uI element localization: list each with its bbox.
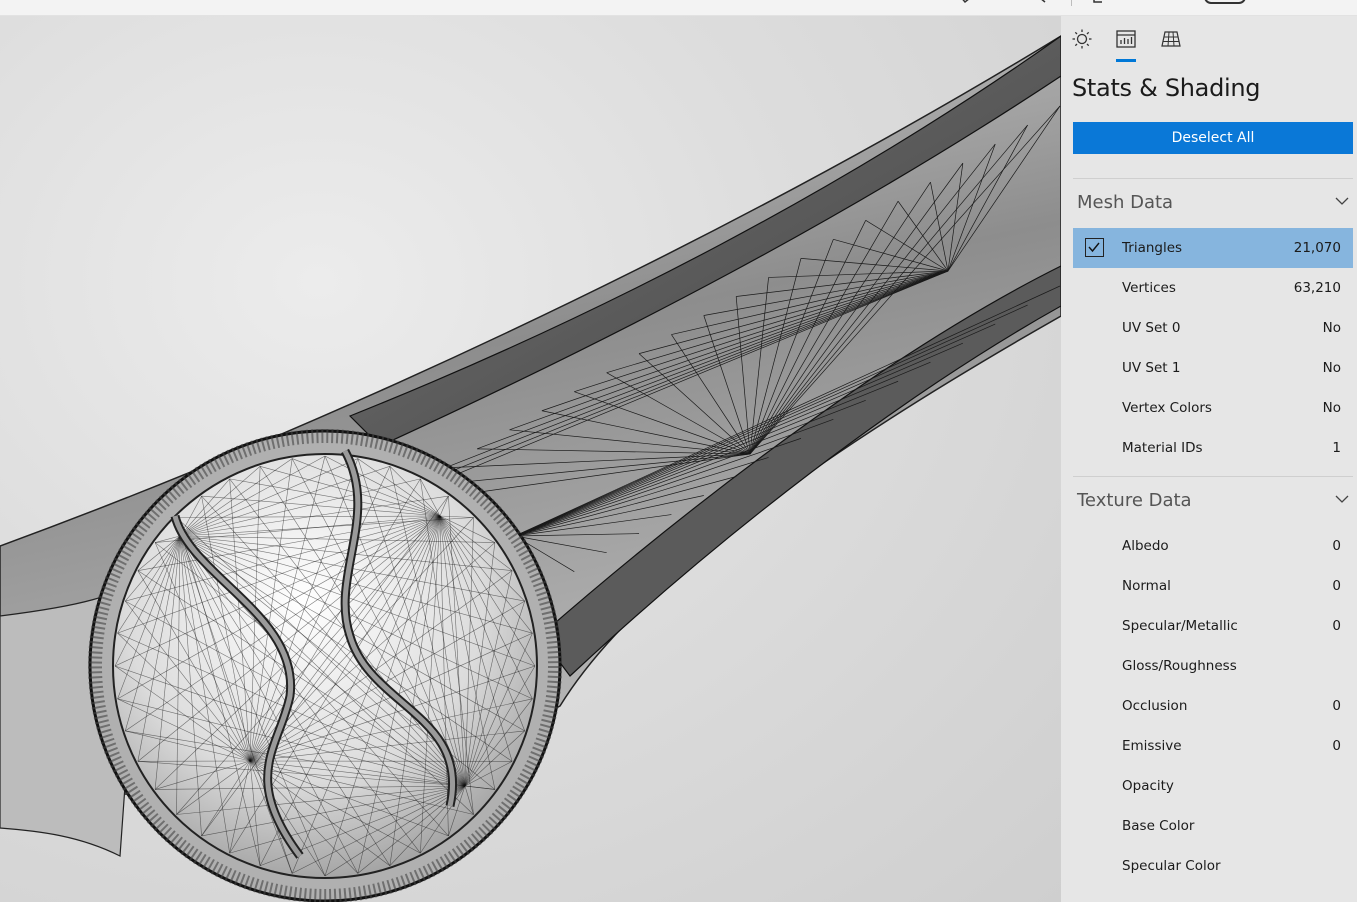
row-value: 0	[1332, 698, 1341, 714]
mesh-row-triangles[interactable]: Triangles 21,070	[1073, 228, 1353, 268]
row-value: 21,070	[1293, 240, 1341, 256]
3d-viewport[interactable]	[0, 16, 1061, 902]
row-value: No	[1322, 320, 1341, 336]
row-value: 0	[1332, 618, 1341, 634]
texture-row-gloss-roughness[interactable]: Gloss/Roughness	[1073, 646, 1353, 686]
row-checkbox[interactable]	[1085, 238, 1104, 257]
wireframe-model	[0, 35, 1061, 902]
chevron-down-icon	[1335, 197, 1349, 205]
row-value: 63,210	[1293, 280, 1341, 296]
tab-grid[interactable]	[1160, 28, 1184, 52]
row-value: 0	[1332, 578, 1341, 594]
row-name: Specular Color	[1122, 858, 1221, 874]
section-header-mesh-data[interactable]: Mesh Data	[1073, 184, 1353, 220]
row-name: Triangles	[1122, 240, 1183, 256]
texture-row-specular-metallic[interactable]: Specular/Metallic 0	[1073, 606, 1353, 646]
row-name: Material IDs	[1122, 440, 1203, 456]
row-name: Vertex Colors	[1122, 400, 1212, 416]
checkmark-icon	[1088, 242, 1100, 253]
toolbar-icon[interactable]	[1186, 0, 1200, 6]
row-name: Base Color	[1122, 818, 1195, 834]
row-value: No	[1322, 400, 1341, 416]
row-name: UV Set 1	[1122, 360, 1181, 376]
mesh-row-uv-set-0[interactable]: UV Set 0 No	[1073, 308, 1353, 348]
row-name: Occlusion	[1122, 698, 1188, 714]
row-name: Opacity	[1122, 778, 1174, 794]
row-value: No	[1322, 360, 1341, 376]
mesh-row-material-ids[interactable]: Material IDs 1	[1073, 428, 1353, 468]
texture-row-albedo[interactable]: Albedo 0	[1073, 526, 1353, 566]
section-title: Texture Data	[1077, 490, 1192, 511]
mesh-row-uv-set-1[interactable]: UV Set 1 No	[1073, 348, 1353, 388]
deselect-all-button[interactable]: Deselect All	[1073, 122, 1353, 154]
row-name: UV Set 0	[1122, 320, 1181, 336]
stats-icon	[1116, 30, 1136, 48]
section-divider	[1073, 178, 1353, 179]
chevron-down-icon	[1335, 495, 1349, 503]
texture-row-normal[interactable]: Normal 0	[1073, 566, 1353, 606]
toolbar-icon[interactable]	[958, 0, 972, 6]
texture-row-base-color[interactable]: Base Color	[1073, 806, 1353, 846]
texture-row-occlusion[interactable]: Occlusion 0	[1073, 686, 1353, 726]
panel-title: Stats & Shading	[1072, 74, 1261, 102]
stats-shading-panel: Stats & Shading Deselect All Mesh Data T…	[1061, 16, 1357, 902]
row-name: Normal	[1122, 578, 1171, 594]
toolbar-icon[interactable]	[1038, 0, 1052, 6]
row-name: Gloss/Roughness	[1122, 658, 1237, 674]
toolbar-icon[interactable]	[1092, 0, 1106, 6]
row-name: Specular/Metallic	[1122, 618, 1238, 634]
row-value: 0	[1332, 738, 1341, 754]
toolbar-toggle[interactable]	[1204, 0, 1246, 4]
section-title: Mesh Data	[1077, 192, 1174, 213]
section-header-texture-data[interactable]: Texture Data	[1073, 482, 1353, 518]
texture-row-opacity[interactable]: Opacity	[1073, 766, 1353, 806]
texture-row-emissive[interactable]: Emissive 0	[1073, 726, 1353, 766]
section-divider	[1073, 476, 1353, 477]
top-toolbar	[0, 0, 1357, 16]
texture-row-specular-color[interactable]: Specular Color	[1073, 846, 1353, 886]
panel-tabs	[1061, 16, 1357, 66]
tab-stats[interactable]	[1115, 28, 1139, 52]
row-value: 0	[1332, 538, 1341, 554]
row-name: Vertices	[1122, 280, 1176, 296]
active-tab-indicator	[1116, 59, 1136, 62]
row-value: 1	[1332, 440, 1341, 456]
tab-lighting[interactable]	[1071, 28, 1095, 52]
grid-icon	[1161, 31, 1181, 47]
row-name: Emissive	[1122, 738, 1182, 754]
mesh-row-vertex-colors[interactable]: Vertex Colors No	[1073, 388, 1353, 428]
toolbar-separator	[1071, 0, 1072, 6]
sun-icon	[1072, 29, 1092, 49]
mesh-row-vertices[interactable]: Vertices 63,210	[1073, 268, 1353, 308]
row-name: Albedo	[1122, 538, 1169, 554]
